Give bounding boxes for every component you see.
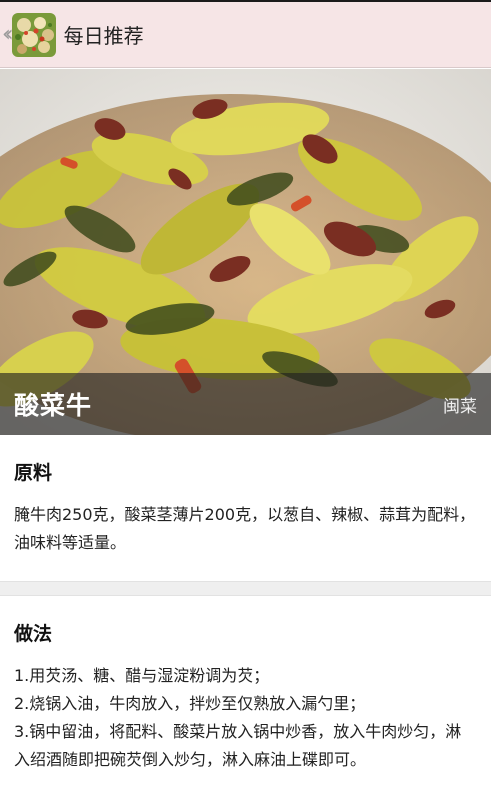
dish-caption-bar: 酸菜牛 闽菜 bbox=[0, 373, 491, 435]
method-step: 1.用芡汤、糖、醋与湿淀粉调为芡； bbox=[14, 666, 270, 685]
dish-photo: 酸菜牛 闽菜 bbox=[0, 69, 491, 435]
ingredients-section: 原料 腌牛肉250克，酸菜茎薄片200克，以葱自、辣椒、蒜茸为配料，油味料等适量… bbox=[0, 435, 491, 581]
section-divider bbox=[0, 581, 491, 596]
method-step: 3.锅中留油，将配料、酸菜片放入锅中炒香，放入牛肉炒匀，淋入绍酒随即把碗芡倒入炒… bbox=[14, 722, 462, 769]
back-button[interactable]: ‹‹ bbox=[0, 2, 56, 67]
dish-thumbnail-icon bbox=[11, 12, 56, 57]
method-steps: 1.用芡汤、糖、醋与湿淀粉调为芡； 2.烧锅入油，牛肉放入，拌炒至仅熟放入漏勺里… bbox=[14, 662, 477, 774]
ingredients-title: 原料 bbox=[14, 462, 53, 484]
cuisine-label: 闽菜 bbox=[443, 396, 477, 417]
method-step: 2.烧锅入油，牛肉放入，拌炒至仅熟放入漏勺里； bbox=[14, 694, 366, 713]
ingredients-text: 腌牛肉250克，酸菜茎薄片200克，以葱自、辣椒、蒜茸为配料，油味料等适量。 bbox=[14, 505, 476, 552]
app-bar: ‹‹ 每日推荐 bbox=[0, 2, 491, 68]
dish-name: 酸菜牛 bbox=[14, 391, 93, 420]
page-title: 每日推荐 bbox=[63, 24, 144, 48]
method-title: 做法 bbox=[14, 623, 53, 645]
chevron-double-left-icon: ‹‹ bbox=[2, 21, 13, 47]
method-section: 做法 1.用芡汤、糖、醋与湿淀粉调为芡； 2.烧锅入油，牛肉放入，拌炒至仅熟放入… bbox=[0, 596, 491, 800]
